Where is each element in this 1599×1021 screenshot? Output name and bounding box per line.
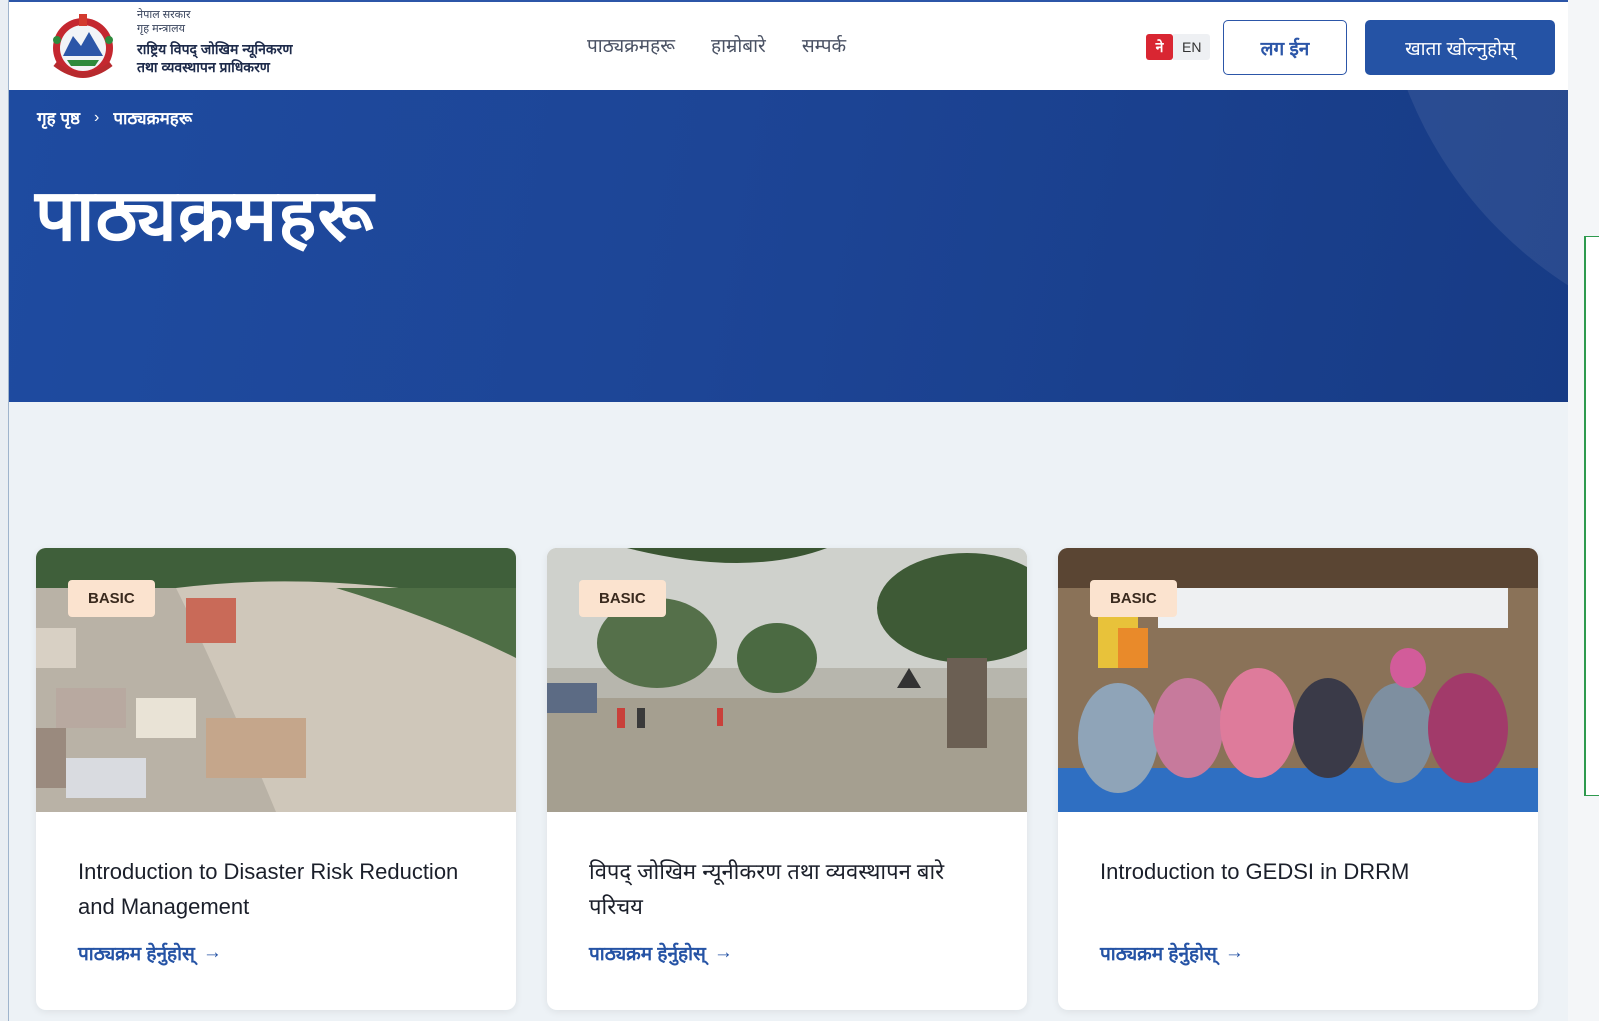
nav-about[interactable]: हाम्रोबारे: [711, 32, 766, 58]
org-ministry: गृह मन्त्रालय: [137, 23, 186, 35]
level-badge: BASIC: [1090, 580, 1177, 617]
organization-name: नेपाल सरकार गृह मन्त्रालय राष्ट्रिय विपद…: [137, 8, 292, 76]
view-course-label: पाठ्यक्रम हेर्नुहोस्: [78, 944, 195, 965]
course-card[interactable]: BASIC विपद् जोखिम न्यूनीकरण तथा व्यवस्था…: [547, 548, 1027, 1010]
course-title[interactable]: Introduction to GEDSI in DRRM: [1100, 854, 1500, 889]
arrow-right-icon: →: [202, 942, 222, 963]
level-badge: BASIC: [579, 580, 666, 617]
main-nav: पाठ्यक्रमहरू हाम्रोबारे सम्पर्क: [587, 32, 846, 58]
level-badge: BASIC: [68, 580, 155, 617]
breadcrumb: गृह पृष्ठ › पाठ्यक्रमहरू: [37, 106, 192, 129]
breadcrumb-chevron-icon: ›: [94, 108, 100, 126]
org-government: नेपाल सरकार: [137, 9, 191, 21]
side-panel-outline: [1584, 236, 1599, 796]
login-button[interactable]: लग ईन: [1223, 20, 1347, 75]
language-switcher[interactable]: ने EN: [1146, 34, 1211, 60]
breadcrumb-current: पाठ्यक्रमहरू: [113, 109, 193, 128]
org-authority-line1: राष्ट्रिय विपद् जोखिम न्यूनिकरण: [137, 41, 293, 57]
view-course-link[interactable]: पाठ्यक्रम हेर्नुहोस् →: [589, 940, 733, 966]
nav-courses[interactable]: पाठ्यक्रमहरू: [587, 32, 675, 58]
page-hero: गृह पृष्ठ › पाठ्यक्रमहरू पाठ्यक्रमहरू: [9, 90, 1569, 402]
lang-nepali-option[interactable]: ने: [1146, 34, 1173, 60]
course-title[interactable]: Introduction to Disaster Risk Reduction …: [78, 854, 478, 924]
course-card[interactable]: BASIC Introduction to Disaster Risk Redu…: [36, 548, 516, 1010]
arrow-right-icon: →: [713, 942, 733, 963]
browser-viewport: नेपाल सरकार गृह मन्त्रालय राष्ट्रिय विपद…: [8, 0, 1569, 1021]
breadcrumb-home[interactable]: गृह पृष्ठ: [37, 106, 80, 129]
org-authority-line2: तथा व्यवस्थापन प्राधिकरण: [137, 59, 270, 75]
view-course-link[interactable]: पाठ्यक्रम हेर्नुहोस् →: [78, 940, 222, 966]
create-account-button[interactable]: खाता खोल्नुहोस्: [1365, 20, 1555, 75]
arrow-right-icon: →: [1224, 942, 1244, 963]
lang-english-option[interactable]: EN: [1173, 34, 1211, 60]
page-title: पाठ्यक्रमहरू: [35, 176, 375, 256]
course-card[interactable]: BASIC Introduction to GEDSI in DRRM पाठ्…: [1058, 548, 1538, 1010]
course-title[interactable]: विपद् जोखिम न्यूनीकरण तथा व्यवस्थापन बार…: [589, 854, 989, 924]
hero-decorative-arc: [1379, 90, 1569, 350]
nav-contact[interactable]: सम्पर्क: [802, 32, 846, 58]
view-course-label: पाठ्यक्रम हेर्नुहोस्: [1100, 944, 1217, 965]
view-course-link[interactable]: पाठ्यक्रम हेर्नुहोस् →: [1100, 940, 1244, 966]
government-emblem-logo[interactable]: [43, 10, 123, 82]
view-course-label: पाठ्यक्रम हेर्नुहोस्: [589, 944, 706, 965]
site-header: नेपाल सरकार गृह मन्त्रालय राष्ट्रिय विपद…: [9, 0, 1569, 90]
